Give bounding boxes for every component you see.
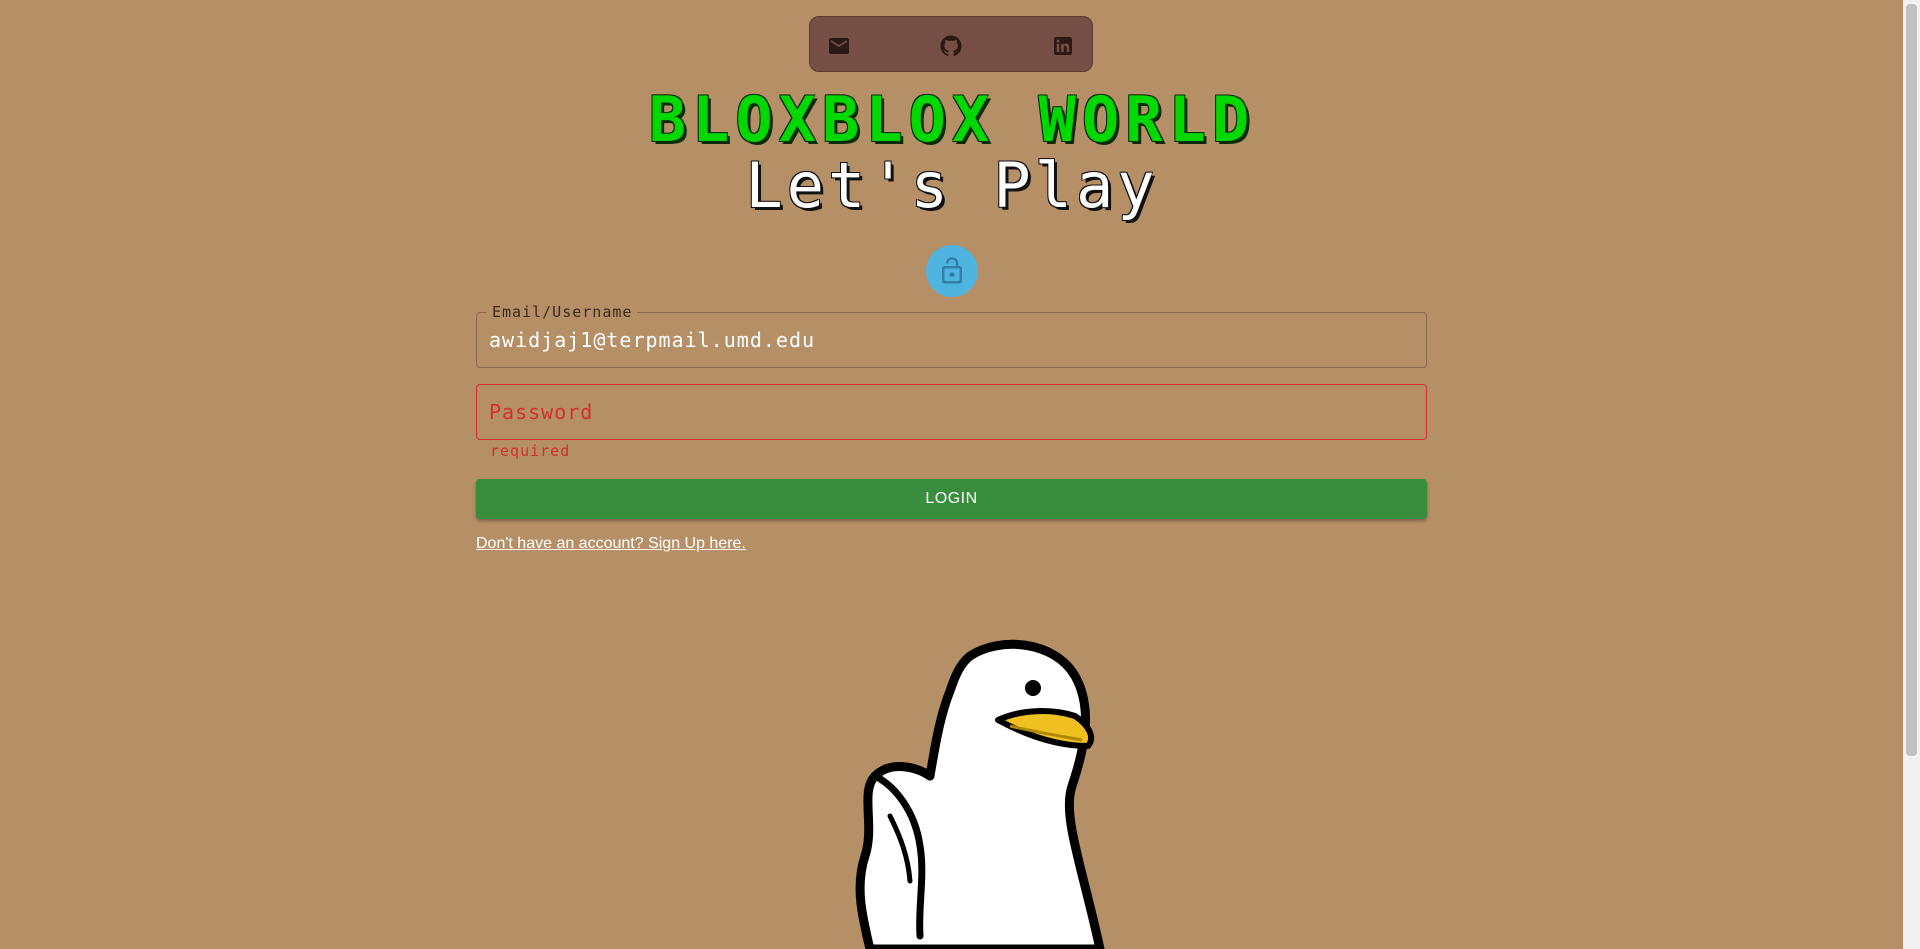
linkedin-icon[interactable]: [1050, 33, 1076, 59]
signup-link[interactable]: Don't have an account? Sign Up here.: [476, 535, 746, 553]
page-title: BLOXBLOX WORLD: [648, 83, 1256, 156]
password-placeholder[interactable]: Password: [489, 385, 1409, 439]
login-button[interactable]: LOGIN: [476, 479, 1427, 519]
email-input[interactable]: [489, 313, 1409, 367]
email-field[interactable]: Email/Username: [476, 303, 1427, 368]
scrollbar-thumb[interactable]: [1906, 4, 1917, 756]
github-icon[interactable]: [938, 33, 964, 59]
lock-open-icon: [942, 257, 962, 284]
login-page: BLOXBLOX WORLD Let's Play Email/Username…: [0, 0, 1920, 949]
mail-icon[interactable]: [826, 33, 852, 59]
avatar: [926, 245, 978, 297]
page-scrollbar[interactable]: [1903, 0, 1920, 949]
password-field[interactable]: Password: [476, 384, 1427, 440]
duck-mascot-image: [855, 639, 1105, 949]
page-subtitle: Let's Play: [745, 149, 1159, 222]
password-helper-text: required: [490, 442, 571, 460]
social-links-bar: [809, 16, 1093, 72]
